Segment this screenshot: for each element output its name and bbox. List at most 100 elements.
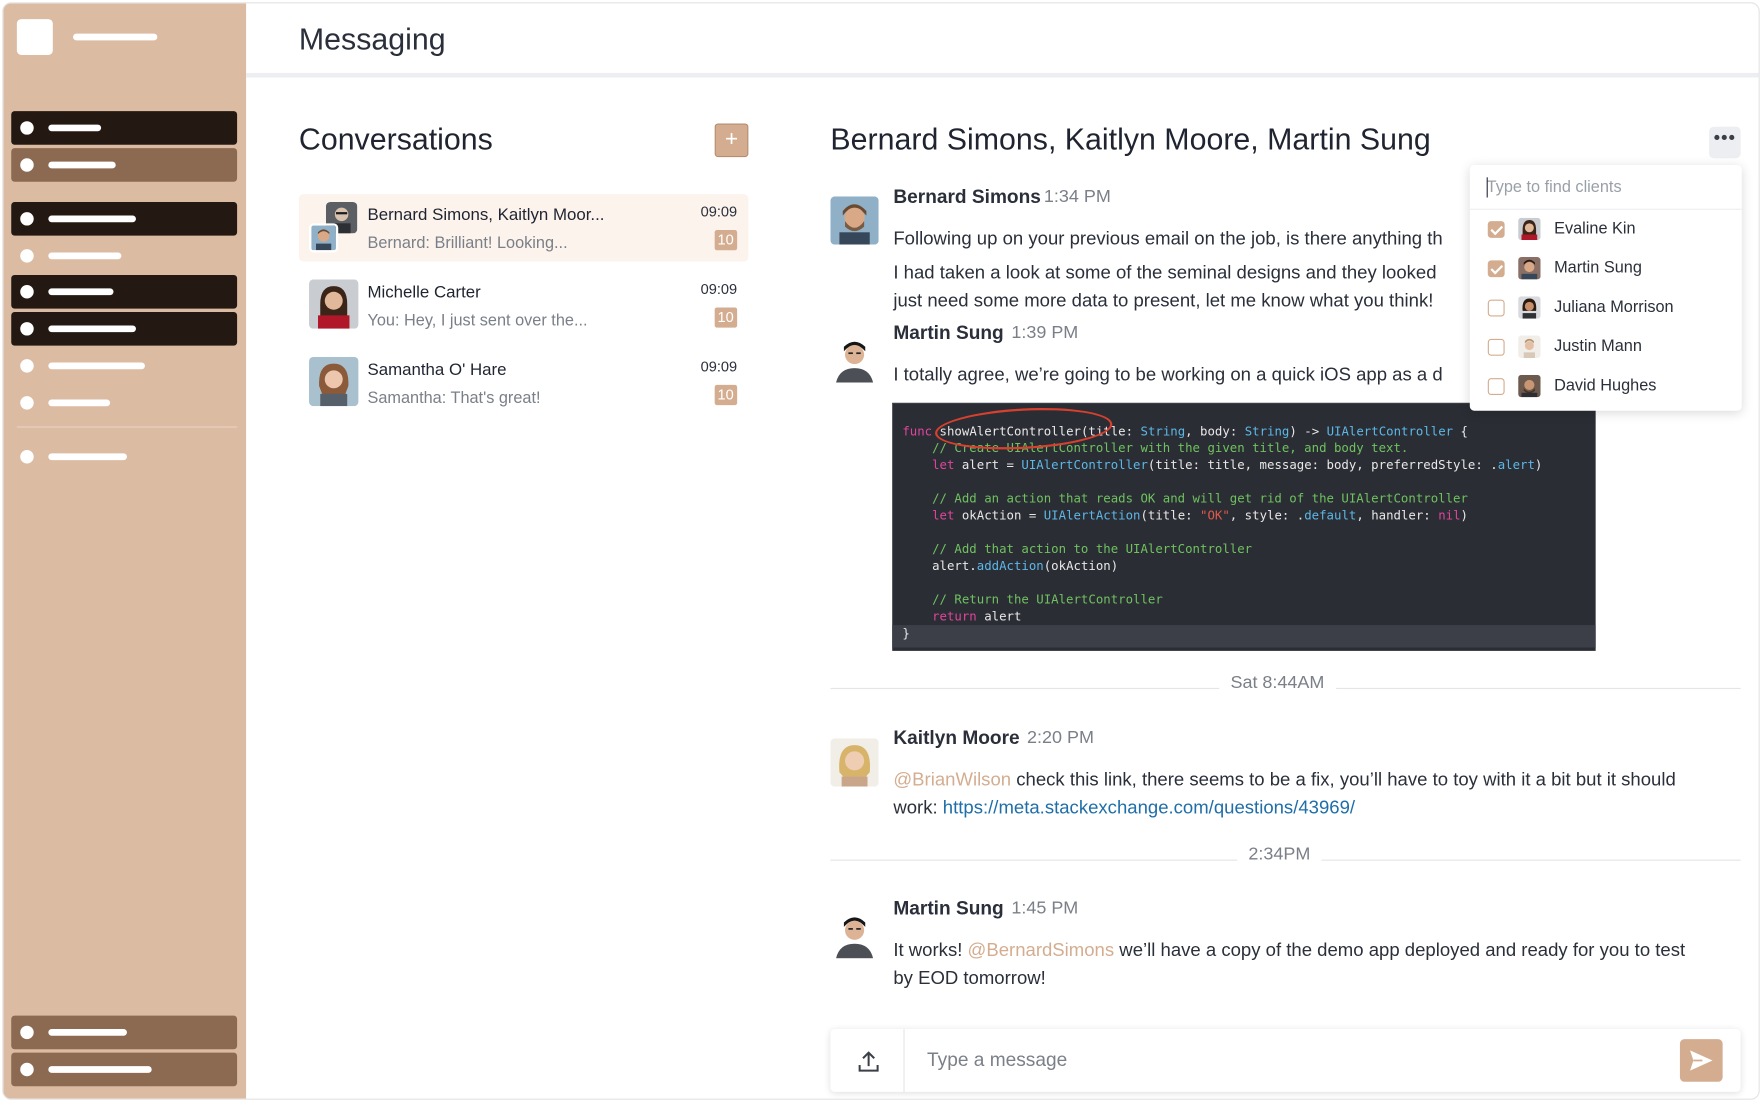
sidebar-item-7[interactable] [11, 355, 237, 377]
nav-dot-icon [20, 158, 34, 172]
code-line: let alert = UIAlertController(title: tit… [902, 457, 1543, 473]
avatar [309, 279, 359, 329]
message-time: 1:39 PM [1011, 323, 1079, 343]
nav-label-placeholder [48, 325, 136, 333]
client-name: Martin Sung [1554, 259, 1642, 278]
client-option[interactable]: Justin Mann [1470, 328, 1742, 367]
app-logo[interactable] [16, 19, 53, 55]
conversation-time: 09:09 [700, 203, 738, 220]
avatar [830, 910, 879, 959]
conversation-item[interactable]: Michelle Carter You: Hey, I just sent ov… [299, 272, 748, 339]
conversation-name: Michelle Carter [367, 282, 481, 302]
client-checkbox[interactable] [1487, 378, 1505, 396]
chat-title: Bernard Simons, Kaitlyn Moore, Martin Su… [830, 122, 1431, 156]
mention-link[interactable]: @BernardSimons [968, 940, 1115, 960]
sidebar-item-2[interactable] [11, 148, 238, 182]
client-name: Evaline Kin [1554, 219, 1636, 238]
mention-link[interactable]: @BrianWilson [893, 770, 1011, 790]
client-option[interactable]: Juliana Morrison [1470, 288, 1742, 327]
message-time: 1:45 PM [1011, 898, 1079, 918]
sidebar-item-9[interactable] [11, 446, 237, 468]
client-checkbox[interactable] [1487, 260, 1505, 278]
upload-button[interactable] [830, 1029, 905, 1092]
sidebar-item-3[interactable] [11, 201, 238, 236]
message-text: just need some more data to present, let… [893, 290, 1434, 311]
sidebar-divider [16, 426, 238, 428]
avatar [1518, 217, 1541, 241]
message-author: Bernard Simons [893, 186, 1041, 208]
avatar [1518, 335, 1541, 358]
message-input[interactable] [927, 1044, 1647, 1077]
unread-badge: 10 [714, 307, 738, 328]
client-option[interactable]: Martin Sung [1470, 249, 1742, 288]
avatar [830, 196, 879, 245]
client-checkbox[interactable] [1487, 221, 1505, 238]
nav-dot-icon [20, 1062, 34, 1077]
unread-badge: 10 [714, 230, 738, 251]
conversation-item[interactable]: Samantha O' Hare Samantha: That's great!… [299, 349, 748, 416]
nav-label-placeholder [48, 362, 145, 370]
client-name: Justin Mann [1554, 337, 1642, 356]
client-search-input[interactable] [1469, 164, 1742, 210]
sidebar-item-4[interactable] [11, 245, 237, 267]
client-name: Juliana Morrison [1554, 298, 1674, 317]
avatar [1518, 256, 1541, 280]
code-current-line [892, 625, 1596, 648]
conversation-name: Samantha O' Hare [367, 360, 507, 380]
sidebar-item-5[interactable] [11, 274, 238, 309]
app-name-placeholder [73, 33, 158, 41]
nav-dot-icon [20, 212, 34, 226]
code-line: alert.addAction(okAction) [902, 558, 1119, 574]
message-text: It works! @BernardSimons we’ll have a co… [893, 940, 1686, 961]
nav-label-placeholder [48, 215, 136, 223]
sidebar-item-8[interactable] [11, 392, 237, 414]
avatar [830, 334, 879, 383]
nav-dot-icon [20, 322, 34, 336]
nav-label-placeholder [48, 453, 127, 461]
message-text: work: https://meta.stackexchange.com/que… [893, 797, 1356, 819]
conversation-item[interactable]: Bernard Simons, Kaitlyn Moor... Bernard:… [298, 194, 749, 262]
sidebar-item-1[interactable] [11, 111, 238, 145]
conversation-name: Bernard Simons, Kaitlyn Moor... [367, 205, 605, 225]
avatar [309, 223, 339, 253]
client-checkbox[interactable] [1487, 299, 1505, 317]
send-button[interactable] [1679, 1039, 1723, 1082]
nav-label-placeholder [48, 1066, 152, 1073]
client-picker-dropdown: Evaline Kin Martin Sung Juliana Morrison… [1469, 164, 1742, 411]
message-text: I had taken a look at some of the semina… [893, 262, 1437, 283]
app-window: Messaging Conversations + Bernard Simons… [2, 2, 1760, 1100]
sidebar-footer-item-1[interactable] [11, 1015, 238, 1050]
url-link[interactable]: https://meta.stackexchange.com/questions… [943, 798, 1355, 818]
client-option[interactable]: Evaline Kin [1470, 210, 1742, 249]
client-checkbox[interactable] [1487, 338, 1505, 356]
sidebar-item-6[interactable] [11, 311, 238, 346]
send-icon [1690, 1050, 1713, 1071]
upload-icon [858, 1051, 879, 1072]
message-author: Martin Sung [893, 897, 1004, 920]
conversation-preview: Bernard: Brilliant! Looking... [367, 234, 568, 253]
nav-label-placeholder [48, 124, 102, 132]
client-name: David Hughes [1554, 377, 1657, 396]
message-text: by EOD tomorrow! [893, 968, 1046, 989]
nav-label-placeholder [48, 161, 116, 169]
code-line: return alert [902, 609, 1022, 624]
nav-label-placeholder [48, 252, 122, 260]
more-options-button[interactable]: ••• [1709, 126, 1741, 159]
sidebar-footer-item-2[interactable] [11, 1052, 238, 1087]
new-conversation-button[interactable]: + [714, 123, 749, 158]
nav-label-placeholder [48, 1029, 127, 1036]
conversation-time: 09:09 [700, 357, 738, 375]
client-option[interactable]: David Hughes [1470, 367, 1742, 406]
code-line: // Add that action to the UIAlertControl… [902, 542, 1253, 557]
page-title: Messaging [298, 22, 446, 57]
nav-dot-icon [20, 450, 34, 464]
nav-dot-icon [20, 396, 34, 410]
top-header: Messaging [246, 3, 1759, 78]
avatar [1518, 296, 1541, 319]
message-text: Following up on your previous email on t… [893, 228, 1443, 250]
conversation-preview: Samantha: That's great! [367, 389, 541, 408]
date-separator: Sat 8:44AM [1219, 673, 1336, 694]
code-line: } [902, 626, 910, 641]
message-text: @BrianWilson check this link, there seem… [893, 769, 1676, 791]
nav-dot-icon [20, 249, 34, 263]
